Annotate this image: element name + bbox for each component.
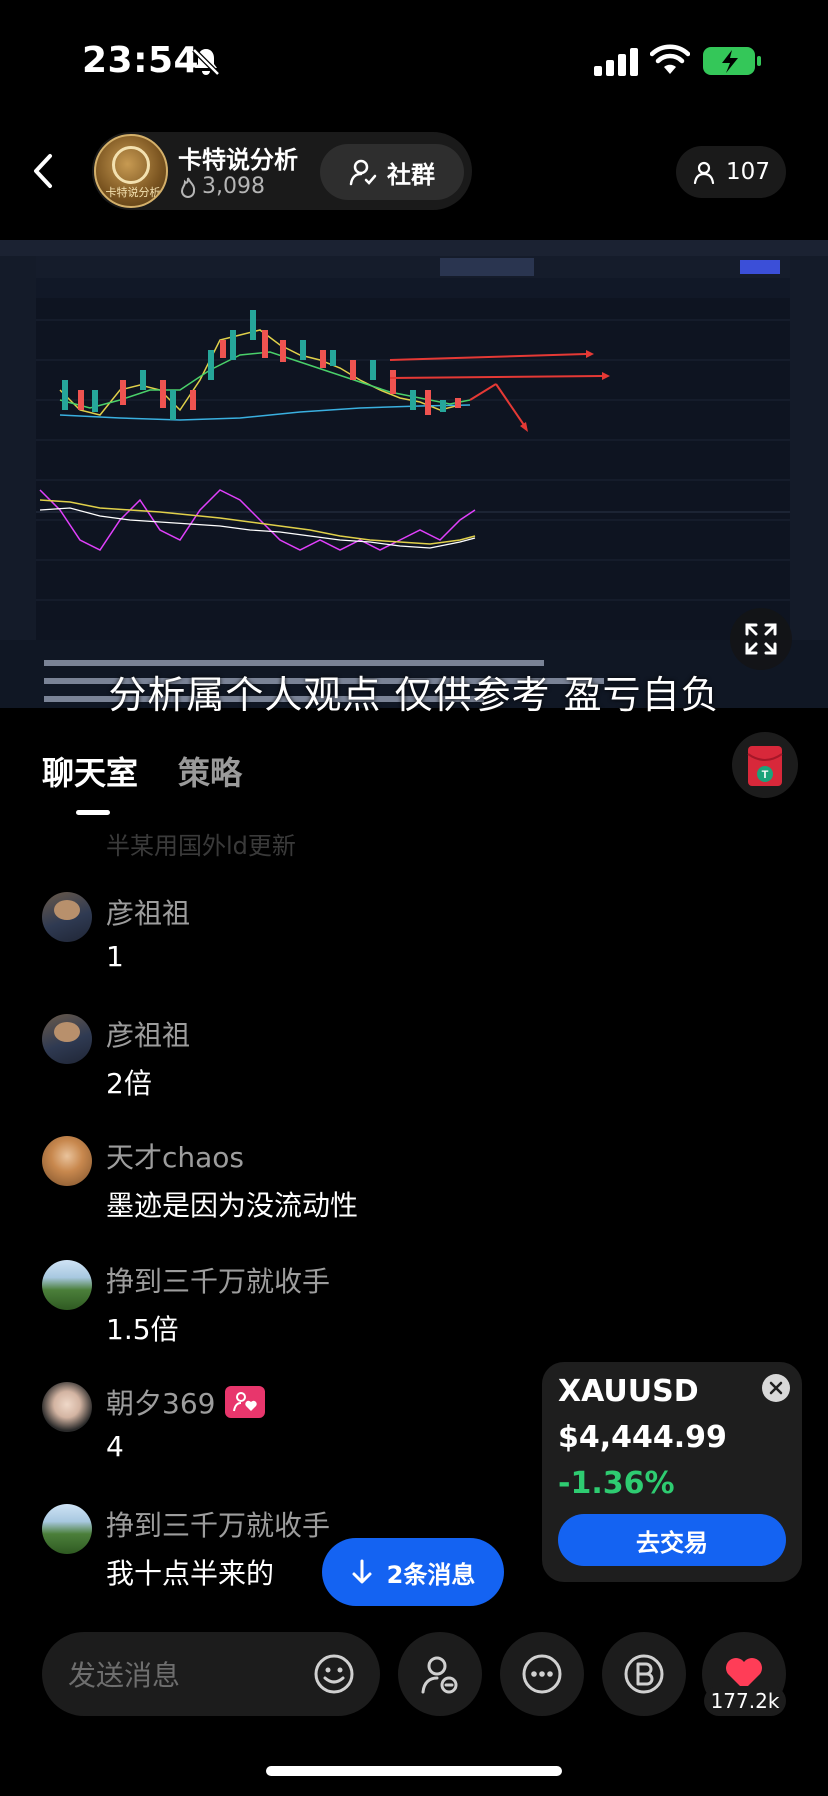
username-text: 挣到三千万就收手: [106, 1509, 331, 1542]
username-text: 天才chaos: [106, 1141, 245, 1174]
chat-message: 天才chaos 墨迹是因为没流动性: [0, 1136, 540, 1246]
ticker-close-button[interactable]: [762, 1374, 790, 1402]
community-label: 社群: [387, 160, 435, 189]
coin-button[interactable]: [602, 1632, 686, 1716]
chat-text: 1: [106, 940, 124, 973]
chat-message: 朝夕369 4: [0, 1382, 540, 1492]
message-input-placeholder: 发送消息: [68, 1659, 181, 1692]
chat-text: 2倍: [106, 1067, 152, 1100]
host-avatar[interactable]: 卡特说分析: [94, 134, 168, 208]
user-avatar[interactable]: [42, 1014, 92, 1064]
new-messages-button[interactable]: 2条消息: [322, 1538, 504, 1606]
heart-person-icon: [233, 1392, 258, 1412]
flame-icon: [180, 177, 196, 198]
chat-username[interactable]: 朝夕369: [106, 1382, 266, 1422]
username-text: 朝夕369: [106, 1387, 216, 1420]
fullscreen-icon: [745, 623, 777, 655]
faded-chat-text: 半某用国外ld更新: [106, 832, 296, 860]
tab-chatroom[interactable]: 聊天室: [42, 748, 138, 794]
username-text: 彦祖祖: [106, 897, 191, 930]
user-avatar[interactable]: [42, 1504, 92, 1554]
message-input[interactable]: 发送消息: [42, 1632, 380, 1716]
status-time: 23:54: [82, 40, 200, 81]
chat-message: 挣到三千万就收手 1.5倍: [0, 1260, 540, 1370]
chat-username[interactable]: 挣到三千万就收手: [106, 1260, 330, 1300]
chat-username[interactable]: 挣到三千万就收手: [106, 1504, 330, 1544]
viewer-count[interactable]: 107: [676, 146, 786, 198]
host-logo-text: 卡特说分析: [105, 186, 161, 199]
red-packet-button[interactable]: T: [732, 732, 798, 798]
chat-username[interactable]: 天才chaos: [106, 1136, 244, 1176]
new-messages-label: 2条消息: [386, 1560, 476, 1589]
viewer-count-text: 107: [726, 159, 770, 185]
user-avatar[interactable]: [42, 1136, 92, 1186]
stream-subtitle: 分析属个人观点 仅供参考 盈亏自负: [108, 673, 720, 717]
chat-message: 彦祖祖 2倍: [0, 1014, 540, 1124]
host-name: 卡特说分析: [178, 146, 298, 174]
chat-message: 彦祖祖 1: [0, 892, 540, 1002]
fan-badge: [225, 1386, 266, 1418]
user-avatar[interactable]: [42, 1382, 92, 1432]
chat-text: 墨迹是因为没流动性: [106, 1189, 359, 1222]
host-fans-count: 3,098: [202, 174, 265, 199]
stream-chart-image: [0, 240, 828, 708]
b-coin-icon: [624, 1654, 664, 1694]
back-button[interactable]: [24, 146, 64, 196]
community-button[interactable]: 社群: [320, 144, 464, 200]
chat-text: 1.5倍: [106, 1313, 179, 1346]
follow-button[interactable]: [398, 1632, 482, 1716]
chat-text: 我十点半来的: [106, 1557, 275, 1590]
user-avatar[interactable]: [42, 1260, 92, 1310]
active-tab-indicator: [76, 810, 110, 815]
ticker-symbol: XAUUSD: [558, 1374, 699, 1409]
more-icon: [522, 1654, 562, 1694]
emoji-icon[interactable]: [312, 1652, 356, 1696]
red-packet-icon: T: [747, 746, 783, 786]
chat-text: 4: [106, 1430, 124, 1463]
close-icon: [769, 1381, 783, 1395]
arrow-down-icon: [352, 1559, 372, 1584]
bell-off-icon: [192, 48, 220, 76]
trade-button[interactable]: 去交易: [558, 1514, 786, 1566]
person-icon: [693, 161, 715, 184]
tab-strategy[interactable]: 策略: [178, 748, 242, 794]
live-stream-video[interactable]: [0, 240, 828, 708]
ticker-price: $4,444.99: [558, 1420, 727, 1455]
more-button[interactable]: [500, 1632, 584, 1716]
community-icon: [349, 159, 377, 186]
user-avatar[interactable]: [42, 892, 92, 942]
signal-icon: [594, 48, 638, 76]
host-fans: 3,098: [178, 174, 265, 199]
status-bar: 23:54: [0, 0, 828, 120]
username-text: 彦祖祖: [106, 1019, 191, 1052]
like-count: 177.2k: [704, 1686, 786, 1716]
fullscreen-button[interactable]: [730, 608, 792, 670]
host-logo-ring: [112, 146, 150, 184]
person-minus-icon: [421, 1656, 458, 1694]
ticker-card[interactable]: XAUUSD $4,444.99 -1.36% 去交易: [542, 1362, 802, 1582]
chat-username[interactable]: 彦祖祖: [106, 892, 190, 932]
battery-icon: [703, 47, 761, 75]
svg-text:T: T: [762, 769, 769, 781]
wifi-icon: [650, 44, 690, 74]
chat-username[interactable]: 彦祖祖: [106, 1014, 190, 1054]
home-indicator[interactable]: [266, 1766, 562, 1776]
ticker-change: -1.36%: [558, 1466, 675, 1501]
username-text: 挣到三千万就收手: [106, 1265, 331, 1298]
